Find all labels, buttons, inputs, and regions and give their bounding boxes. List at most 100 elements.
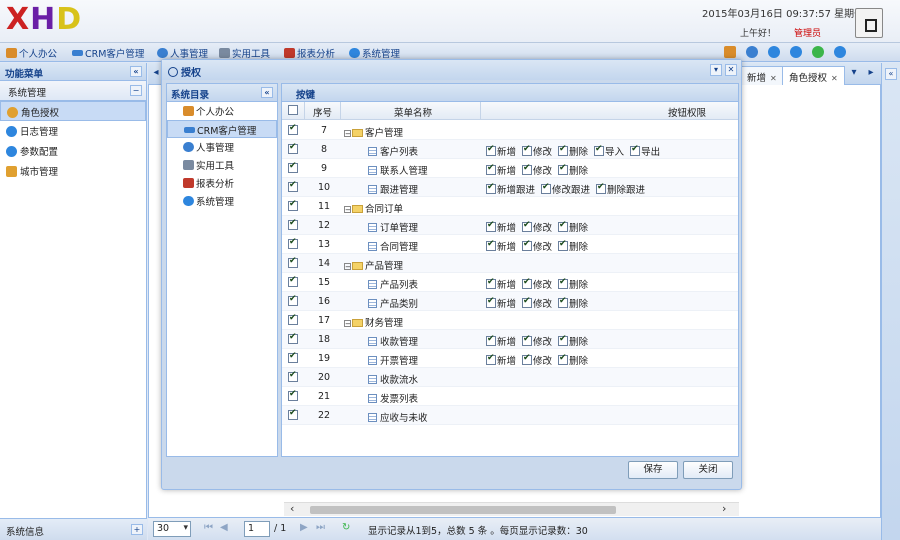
permission-item[interactable]: 修改 <box>522 277 552 291</box>
permission-item[interactable]: 删除 <box>558 277 588 291</box>
row-checkbox[interactable] <box>288 332 298 344</box>
tab-role-auth[interactable]: 角色授权 ✕ <box>782 66 845 85</box>
permission-item[interactable]: 新增 <box>486 239 516 253</box>
permission-item[interactable]: 修改 <box>522 144 552 158</box>
permission-item[interactable]: 新增 <box>486 144 516 158</box>
tab-menu-icon[interactable]: ▾ <box>848 67 860 81</box>
permission-checkbox[interactable] <box>522 163 533 175</box>
permission-item[interactable]: 新增 <box>486 334 516 348</box>
row-checkbox[interactable] <box>288 351 298 363</box>
permission-checkbox[interactable] <box>522 220 533 232</box>
puzzle-icon[interactable] <box>812 46 824 58</box>
help-icon[interactable] <box>790 46 802 58</box>
section-toggle-button[interactable]: − <box>130 85 142 96</box>
horizontal-scrollbar[interactable]: ‹ › <box>284 502 739 516</box>
refresh-icon[interactable]: ↻ <box>342 522 350 533</box>
permission-item[interactable]: 新增 <box>486 353 516 367</box>
select-all-checkbox[interactable] <box>288 105 298 115</box>
close-button[interactable]: 关闭 <box>683 461 733 479</box>
prev-page-icon[interactable]: ◀ <box>220 522 228 533</box>
dialog-menu-icon[interactable]: ▾ <box>710 64 722 76</box>
scroll-thumb[interactable] <box>310 506 616 514</box>
collapse-toggle-icon[interactable]: − <box>344 206 351 214</box>
row-checkbox[interactable] <box>288 180 298 192</box>
permission-item[interactable]: 新增 <box>486 277 516 291</box>
save-button[interactable]: 保存 <box>628 461 678 479</box>
permission-item[interactable]: 修改跟进 <box>541 182 590 196</box>
row-checkbox[interactable] <box>288 389 298 401</box>
permission-checkbox[interactable] <box>558 163 569 175</box>
row-checkbox[interactable] <box>288 313 298 325</box>
first-page-icon[interactable]: ⏮ <box>204 522 213 533</box>
arrow-right-icon[interactable] <box>834 46 846 58</box>
permission-item[interactable]: 新增 <box>486 163 516 177</box>
nav-item-tools[interactable]: 实用工具 <box>219 46 270 60</box>
permission-checkbox[interactable] <box>558 334 569 346</box>
system-info-bar[interactable]: 系统信息 + <box>0 518 147 540</box>
permission-checkbox[interactable] <box>630 144 641 156</box>
permission-item[interactable]: 导出 <box>630 144 660 158</box>
permission-checkbox[interactable] <box>558 144 569 156</box>
collapse-dir-button[interactable]: « <box>261 87 273 98</box>
nav-item-office[interactable]: 个人办公 <box>6 46 57 60</box>
last-page-icon[interactable]: ⏭ <box>316 522 325 533</box>
permission-checkbox[interactable] <box>558 239 569 251</box>
menu-item-role-auth[interactable]: 角色授权 <box>0 101 146 121</box>
permission-item[interactable]: 删除 <box>558 353 588 367</box>
collapse-toggle-icon[interactable]: − <box>344 130 351 138</box>
row-checkbox[interactable] <box>288 161 298 173</box>
permission-checkbox[interactable] <box>558 353 569 365</box>
dialog-title-bar[interactable]: 授权 <box>162 60 741 80</box>
permission-item[interactable]: 删除 <box>558 144 588 158</box>
dir-item-tools[interactable]: 实用工具 <box>167 156 277 174</box>
user-icon[interactable] <box>746 46 758 58</box>
permission-item[interactable]: 修改 <box>522 220 552 234</box>
collapse-left-button[interactable]: « <box>130 66 142 77</box>
current-user[interactable]: 管理员 <box>794 26 821 39</box>
section-system[interactable]: 系统管理 − <box>0 81 146 101</box>
expand-right-icon[interactable]: « <box>885 68 897 80</box>
permission-checkbox[interactable] <box>486 163 496 175</box>
permission-item[interactable]: 修改 <box>522 296 552 310</box>
row-checkbox[interactable] <box>288 199 298 211</box>
permission-item[interactable]: 修改 <box>522 353 552 367</box>
home-icon[interactable] <box>724 46 736 58</box>
nav-item-reports[interactable]: 报表分析 <box>284 46 335 60</box>
page-size-select[interactable]: 30 <box>153 521 191 537</box>
row-checkbox[interactable] <box>288 237 298 249</box>
page-number-input[interactable]: 1 <box>244 521 270 537</box>
permission-item[interactable]: 删除 <box>558 334 588 348</box>
row-checkbox[interactable] <box>288 370 298 382</box>
logout-icon[interactable] <box>855 8 883 38</box>
collapse-toggle-icon[interactable]: − <box>344 320 351 328</box>
permission-checkbox[interactable] <box>594 144 605 156</box>
permission-checkbox[interactable] <box>522 144 533 156</box>
row-checkbox[interactable] <box>288 218 298 230</box>
permission-checkbox[interactable] <box>486 353 496 365</box>
dir-item-system[interactable]: 系统管理 <box>167 192 277 210</box>
dir-item-crm[interactable]: CRM客户管理 <box>167 120 277 138</box>
dialog-close-icon[interactable]: ✕ <box>725 64 737 76</box>
permission-checkbox[interactable] <box>486 239 496 251</box>
permission-checkbox[interactable] <box>558 277 569 289</box>
permission-checkbox[interactable] <box>596 182 607 194</box>
dir-item-hr[interactable]: 人事管理 <box>167 138 277 156</box>
dir-item-office[interactable]: 个人办公 <box>167 102 277 120</box>
permission-checkbox[interactable] <box>522 277 533 289</box>
permission-checkbox[interactable] <box>558 296 569 308</box>
nav-item-hr[interactable]: 人事管理 <box>157 46 208 60</box>
row-checkbox[interactable] <box>288 408 298 420</box>
permission-checkbox[interactable] <box>522 353 533 365</box>
permission-item[interactable]: 删除 <box>558 163 588 177</box>
nav-item-crm[interactable]: CRM客户管理 <box>72 46 144 60</box>
scroll-right-icon[interactable]: › <box>722 502 726 515</box>
tab-add[interactable]: 新增 ✕ <box>740 66 784 85</box>
permission-item[interactable]: 删除 <box>558 296 588 310</box>
next-page-icon[interactable]: ▶ <box>300 522 308 533</box>
menu-item-city[interactable]: 城市管理 <box>0 161 146 181</box>
permission-item[interactable]: 修改 <box>522 163 552 177</box>
permission-item[interactable]: 删除跟进 <box>596 182 645 196</box>
permission-checkbox[interactable] <box>522 239 533 251</box>
menu-item-log[interactable]: 日志管理 <box>0 121 146 141</box>
permission-checkbox[interactable] <box>522 296 533 308</box>
